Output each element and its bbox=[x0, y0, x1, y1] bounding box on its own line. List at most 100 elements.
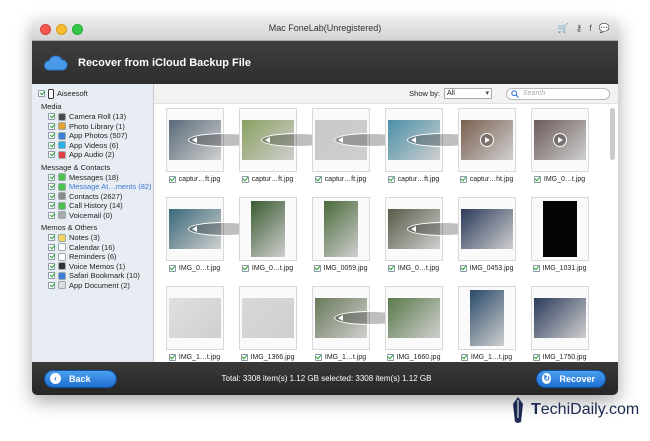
sidebar-item[interactable]: App Document (2) bbox=[38, 281, 153, 291]
file-item[interactable]: IMG_0…t.jpg bbox=[377, 197, 480, 282]
checkbox[interactable] bbox=[313, 265, 321, 272]
reminders-icon bbox=[58, 252, 66, 261]
checkbox[interactable] bbox=[532, 265, 540, 272]
sidebar-item[interactable]: Calendar (16) bbox=[38, 243, 153, 253]
thumbnail[interactable] bbox=[530, 108, 589, 172]
checkbox[interactable] bbox=[387, 265, 395, 272]
thumbnail[interactable] bbox=[457, 286, 516, 350]
thumbnail[interactable] bbox=[238, 197, 297, 261]
checkbox[interactable] bbox=[459, 265, 467, 272]
file-item[interactable]: IMG_1…t.jpg bbox=[158, 286, 231, 371]
checkbox[interactable] bbox=[168, 265, 176, 272]
checkbox[interactable] bbox=[460, 354, 468, 361]
thumbnail[interactable] bbox=[311, 286, 407, 350]
sidebar-item[interactable]: App Audio (2) bbox=[38, 150, 153, 160]
file-item[interactable]: IMG_1031.jpg bbox=[523, 197, 596, 282]
checkbox[interactable] bbox=[38, 90, 45, 97]
recover-button[interactable]: ↻ Recover bbox=[535, 369, 606, 388]
thumbnail[interactable] bbox=[165, 108, 261, 172]
sidebar-item[interactable]: Messages (18) bbox=[38, 173, 153, 183]
thumbnail[interactable] bbox=[165, 286, 224, 350]
thumbnail[interactable] bbox=[311, 108, 407, 172]
cart-icon[interactable]: 🛒 bbox=[557, 23, 568, 34]
file-item[interactable]: IMG_0453.jpg bbox=[450, 197, 523, 282]
checkbox[interactable] bbox=[48, 211, 55, 219]
file-item[interactable]: IMG_1…t.jpg bbox=[304, 286, 407, 371]
sidebar-item[interactable]: Call History (14) bbox=[38, 201, 153, 211]
thumbnail[interactable] bbox=[530, 286, 589, 350]
checkbox[interactable] bbox=[48, 202, 55, 210]
file-item[interactable]: IMG_0…t.jpg bbox=[231, 197, 304, 282]
sidebar-item[interactable]: Voice Memos (1) bbox=[38, 262, 153, 272]
thumbnail[interactable] bbox=[530, 197, 589, 261]
show-by-select[interactable]: All bbox=[444, 88, 492, 99]
checkbox[interactable] bbox=[241, 176, 249, 183]
checkbox[interactable] bbox=[48, 151, 55, 159]
sidebar-item[interactable]: Safari Bookmark (10) bbox=[38, 271, 153, 281]
file-item[interactable]: IMG_0059.jpg bbox=[304, 197, 377, 282]
sidebar-item[interactable]: Reminders (6) bbox=[38, 252, 153, 262]
file-item[interactable]: captur…ft.jpg bbox=[304, 108, 407, 193]
checkbox[interactable] bbox=[168, 176, 176, 183]
thumbnail[interactable] bbox=[384, 108, 480, 172]
thumbnail[interactable] bbox=[311, 197, 370, 261]
checkbox[interactable] bbox=[240, 354, 248, 361]
file-item[interactable]: IMG_1366.jpg bbox=[231, 286, 304, 371]
thumbnail[interactable] bbox=[238, 108, 334, 172]
file-item[interactable]: IMG_1660.jpg bbox=[377, 286, 450, 371]
sidebar-item[interactable]: Message At…ments (82) bbox=[38, 182, 153, 192]
checkbox[interactable] bbox=[48, 183, 55, 191]
checkbox[interactable] bbox=[48, 262, 55, 270]
file-item[interactable]: IMG_0…t.jpg bbox=[158, 197, 261, 282]
sidebar-item[interactable]: Contacts (2627) bbox=[38, 192, 153, 202]
file-item[interactable]: IMG_1750.jpg bbox=[523, 286, 596, 371]
back-button[interactable]: ‹ Back bbox=[44, 369, 117, 388]
sidebar-item[interactable]: App Photos (507) bbox=[38, 131, 153, 141]
checkbox[interactable] bbox=[459, 176, 467, 183]
thumbnail[interactable] bbox=[384, 197, 480, 261]
thumbnail[interactable] bbox=[457, 197, 516, 261]
checkbox[interactable] bbox=[48, 132, 55, 140]
sidebar-root[interactable]: Aiseesoft bbox=[38, 88, 153, 99]
checkbox[interactable] bbox=[48, 243, 55, 251]
checkbox[interactable] bbox=[48, 253, 55, 261]
facebook-icon[interactable]: f bbox=[589, 23, 592, 34]
checkbox[interactable] bbox=[48, 234, 55, 242]
file-item[interactable]: captur…ft.jpg bbox=[377, 108, 480, 193]
thumbnail[interactable] bbox=[384, 286, 443, 350]
search-input[interactable]: Search bbox=[506, 87, 610, 100]
sidebar-item[interactable]: Notes (3) bbox=[38, 233, 153, 243]
file-item[interactable]: captur…ht.jpg bbox=[450, 108, 523, 193]
checkbox[interactable] bbox=[48, 272, 55, 280]
checkbox[interactable] bbox=[533, 176, 541, 183]
checkbox[interactable] bbox=[532, 354, 540, 361]
checkbox[interactable] bbox=[48, 173, 55, 181]
thumbnail[interactable] bbox=[238, 286, 297, 350]
key-icon[interactable]: ⚷ bbox=[576, 23, 583, 34]
sidebar-item[interactable]: Voicemail (0) bbox=[38, 211, 153, 221]
thumbnail[interactable] bbox=[457, 108, 516, 172]
file-item[interactable]: captur…ft.jpg bbox=[231, 108, 334, 193]
checkbox[interactable] bbox=[48, 192, 55, 200]
checkbox[interactable] bbox=[48, 122, 55, 130]
file-item[interactable]: IMG_0…t.jpg bbox=[523, 108, 596, 193]
checkbox[interactable] bbox=[48, 281, 55, 289]
page-title: Recover from iCloud Backup File bbox=[78, 56, 251, 69]
checkbox[interactable] bbox=[314, 176, 322, 183]
checkbox[interactable] bbox=[48, 113, 55, 121]
file-name: captur…ft.jpg bbox=[397, 176, 440, 183]
checkbox[interactable] bbox=[386, 354, 394, 361]
thumbnail[interactable] bbox=[165, 197, 261, 261]
sidebar-item[interactable]: App Videos (6) bbox=[38, 141, 153, 151]
chat-icon[interactable]: 💬 bbox=[599, 23, 610, 34]
sidebar-item[interactable]: Photo Library (1) bbox=[38, 122, 153, 132]
checkbox[interactable] bbox=[387, 176, 395, 183]
checkbox[interactable] bbox=[241, 265, 249, 272]
checkbox[interactable] bbox=[314, 354, 322, 361]
scrollbar[interactable] bbox=[610, 108, 615, 160]
checkbox[interactable] bbox=[48, 141, 55, 149]
file-item[interactable]: captur…ft.jpg bbox=[158, 108, 261, 193]
checkbox[interactable] bbox=[168, 354, 176, 361]
file-item[interactable]: IMG_1…t.jpg bbox=[450, 286, 523, 371]
sidebar-item[interactable]: Camera Roll (13) bbox=[38, 112, 153, 122]
